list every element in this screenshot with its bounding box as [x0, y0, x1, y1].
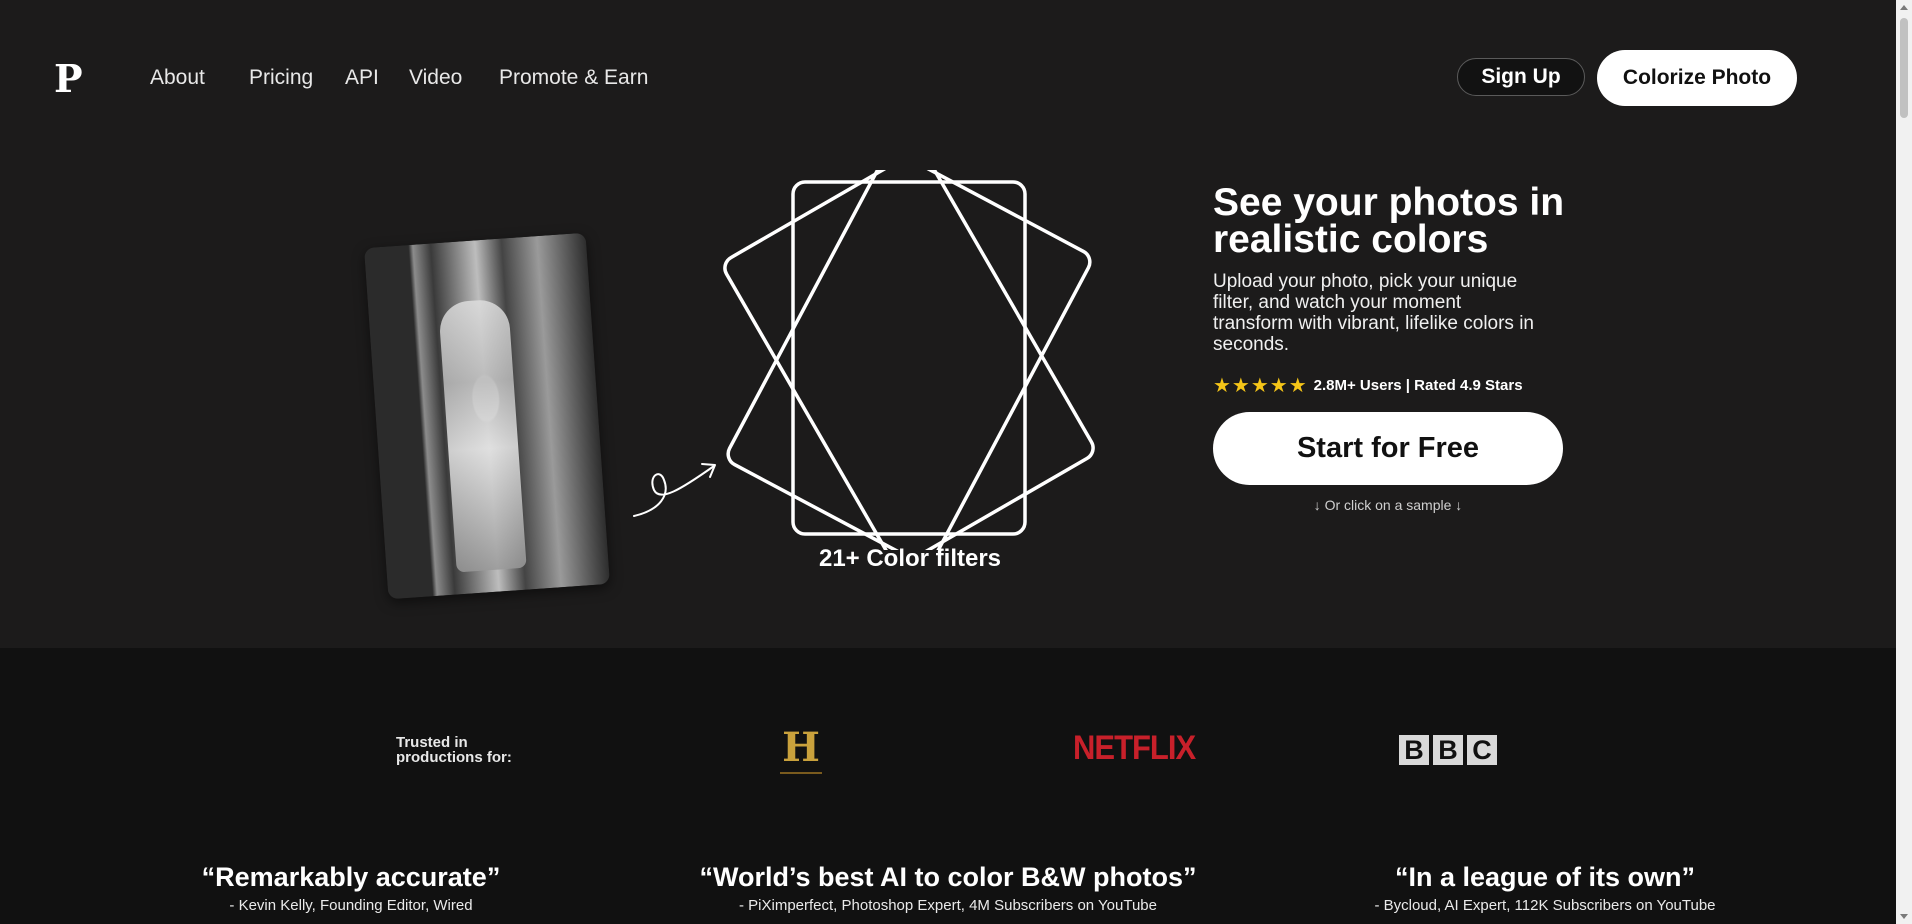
bbc-logo: B B C — [1399, 735, 1497, 765]
color-filter-cards-icon — [723, 170, 1095, 550]
quote-text: “Remarkably accurate” — [201, 862, 501, 892]
sample-bw-photo[interactable] — [363, 232, 611, 600]
quote-text: “World’s best AI to color B&W photos” — [699, 862, 1197, 892]
start-for-free-button[interactable]: Start for Free — [1213, 412, 1563, 485]
bbc-letter: B — [1433, 735, 1463, 765]
testimonial-quote: “World’s best AI to color B&W photos” - … — [668, 862, 1228, 914]
rating-row: ★★★★★ 2.8M+ Users | Rated 4.9 Stars — [1213, 373, 1523, 398]
bbc-letter: B — [1399, 735, 1429, 765]
sample-hint: ↓ Or click on a sample ↓ — [1313, 497, 1463, 513]
nav-api[interactable]: API — [345, 66, 379, 90]
page-scrollbar[interactable] — [1896, 0, 1912, 924]
star-rating-icon: ★★★★★ — [1213, 375, 1308, 397]
sign-up-button[interactable]: Sign Up — [1457, 58, 1585, 96]
rating-text: 2.8M+ Users | Rated 4.9 Stars — [1313, 377, 1523, 394]
quote-text: “In a league of its own” — [1394, 862, 1696, 892]
quote-author: - Kevin Kelly, Founding Editor, Wired — [229, 897, 473, 914]
nav-pricing[interactable]: Pricing — [249, 66, 313, 90]
netflix-logo: NETFLIX — [1073, 728, 1196, 767]
site-header: P About Pricing API Video Promote & Earn… — [0, 0, 1896, 160]
quote-author: - Bycloud, AI Expert, 112K Subscribers o… — [1374, 897, 1716, 914]
history-channel-logo: H — [780, 726, 822, 774]
quote-author: - PiXimperfect, Photoshop Expert, 4M Sub… — [738, 897, 1157, 914]
colorize-photo-button[interactable]: Colorize Photo — [1597, 50, 1797, 106]
testimonial-quote: “Remarkably accurate” - Kevin Kelly, Fou… — [71, 862, 631, 914]
nav-about[interactable]: About — [150, 66, 205, 90]
site-logo[interactable]: P — [54, 56, 83, 101]
nav-promote-earn[interactable]: Promote & Earn — [499, 66, 648, 90]
trusted-label: Trusted in productions for: — [396, 734, 512, 766]
scroll-up-icon[interactable] — [1900, 5, 1908, 10]
nav-video[interactable]: Video — [409, 66, 462, 90]
scroll-down-icon[interactable] — [1900, 914, 1908, 919]
scrollbar-thumb[interactable] — [1900, 18, 1908, 118]
color-filters-label: 21+ Color filters — [818, 545, 1002, 572]
hero-title: See your photos in realistic colors — [1213, 183, 1613, 261]
bbc-letter: C — [1467, 735, 1497, 765]
hero-title-line-2: realistic colors — [1213, 218, 1489, 261]
testimonial-quote: “In a league of its own” - Bycloud, AI E… — [1265, 862, 1825, 914]
hero-description: Upload your photo, pick your unique filt… — [1213, 271, 1534, 355]
